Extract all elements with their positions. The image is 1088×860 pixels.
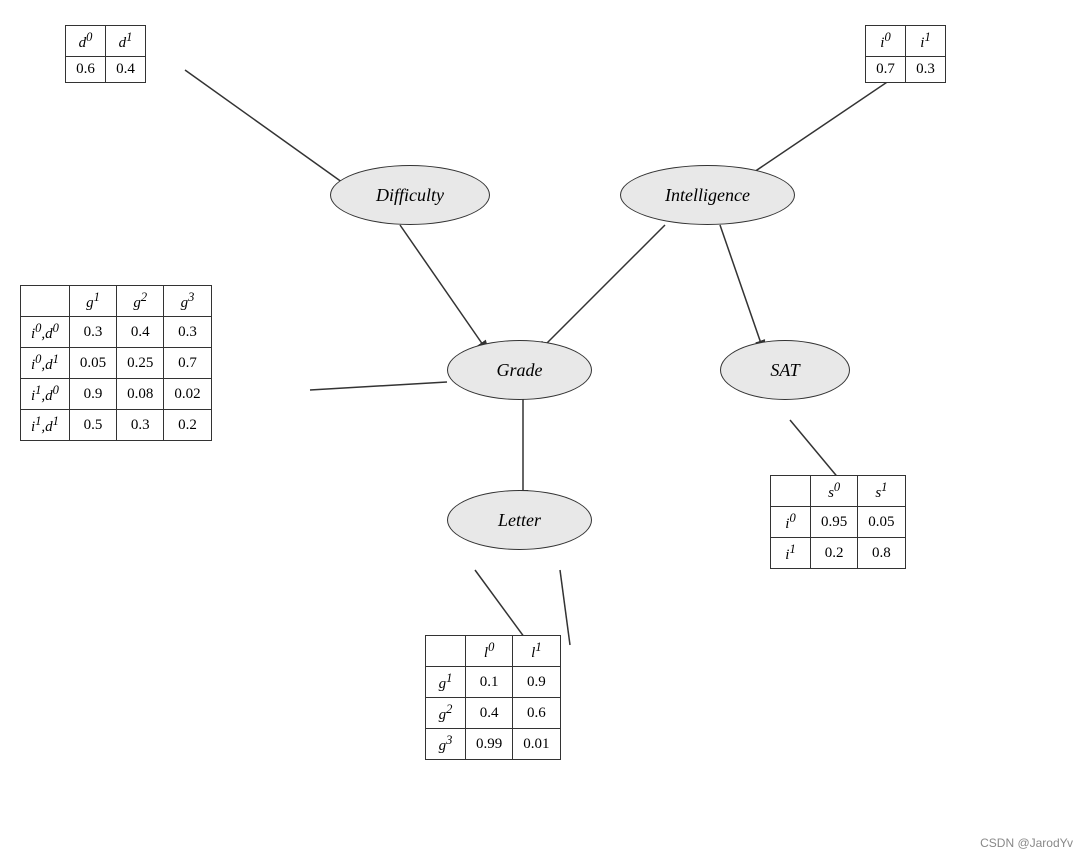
letter-node: Letter (447, 490, 592, 550)
grade-i0d0-g1: 0.3 (69, 317, 116, 348)
d0-header: d0 (66, 26, 106, 57)
intelligence-prior-table: i0 i1 0.7 0.3 (865, 25, 946, 83)
d1-header: d1 (106, 26, 146, 57)
grade-i1d0-g3: 0.02 (164, 379, 211, 410)
letter-row-g2: g2 (426, 698, 466, 729)
letter-g1-l0: 0.1 (466, 667, 513, 698)
s1-col-header: s1 (858, 476, 905, 507)
grade-i1d1-g3: 0.2 (164, 410, 211, 441)
grade-i0d0-g2: 0.4 (117, 317, 164, 348)
difficulty-node: Difficulty (330, 165, 490, 225)
sat-i1-s0: 0.2 (811, 538, 858, 569)
l1-col-header: l1 (513, 636, 560, 667)
d0-val: 0.6 (66, 57, 106, 83)
intelligence-label: Intelligence (665, 185, 750, 206)
grade-i0d1-g1: 0.05 (69, 348, 116, 379)
letter-g3-l1: 0.01 (513, 729, 560, 760)
sat-row-i1: i1 (771, 538, 811, 569)
letter-g1-l1: 0.9 (513, 667, 560, 698)
watermark: CSDN @JarodYv (980, 836, 1073, 850)
d1-val: 0.4 (106, 57, 146, 83)
grade-i0d0-g3: 0.3 (164, 317, 211, 348)
letter-row-g3: g3 (426, 729, 466, 760)
diagram-container: Difficulty Intelligence Grade SAT Letter… (0, 0, 1088, 860)
difficulty-prior-table: d0 d1 0.6 0.4 (65, 25, 146, 83)
grade-i1d0-g1: 0.9 (69, 379, 116, 410)
grade-i1d0-g2: 0.08 (117, 379, 164, 410)
grade-i0d1-g2: 0.25 (117, 348, 164, 379)
grade-row-i1d1: i1,d1 (21, 410, 70, 441)
difficulty-label: Difficulty (376, 185, 444, 206)
s0-col-header: s0 (811, 476, 858, 507)
grade-i0d1-g3: 0.7 (164, 348, 211, 379)
sat-row-i0: i0 (771, 507, 811, 538)
l0-col-header: l0 (466, 636, 513, 667)
grade-i1d1-g1: 0.5 (69, 410, 116, 441)
i0-header: i0 (866, 26, 906, 57)
i1-val: 0.3 (906, 57, 946, 83)
g2-col-header: g2 (117, 286, 164, 317)
sat-i1-s1: 0.8 (858, 538, 905, 569)
letter-g2-l0: 0.4 (466, 698, 513, 729)
sat-label: SAT (770, 360, 799, 381)
sat-node: SAT (720, 340, 850, 400)
grade-row-i0d1: i0,d1 (21, 348, 70, 379)
letter-g3-l0: 0.99 (466, 729, 513, 760)
letter-g2-l1: 0.6 (513, 698, 560, 729)
i1-header: i1 (906, 26, 946, 57)
sat-i0-s0: 0.95 (811, 507, 858, 538)
grade-node: Grade (447, 340, 592, 400)
sat-cpt-table: s0 s1 i0 0.95 0.05 i1 0.2 0.8 (770, 475, 906, 569)
grade-cpt-table: g1 g2 g3 i0,d0 0.3 0.4 0.3 i0,d1 0.05 0.… (20, 285, 212, 441)
i0-val: 0.7 (866, 57, 906, 83)
letter-row-g1: g1 (426, 667, 466, 698)
grade-i1d1-g2: 0.3 (117, 410, 164, 441)
sat-i0-s1: 0.05 (858, 507, 905, 538)
letter-label: Letter (498, 510, 541, 531)
intelligence-node: Intelligence (620, 165, 795, 225)
letter-cpt-table: l0 l1 g1 0.1 0.9 g2 0.4 0.6 g3 0.99 0.01 (425, 635, 561, 760)
grade-row-i1d0: i1,d0 (21, 379, 70, 410)
grade-label: Grade (497, 360, 543, 381)
g3-col-header: g3 (164, 286, 211, 317)
grade-row-i0d0: i0,d0 (21, 317, 70, 348)
g1-col-header: g1 (69, 286, 116, 317)
